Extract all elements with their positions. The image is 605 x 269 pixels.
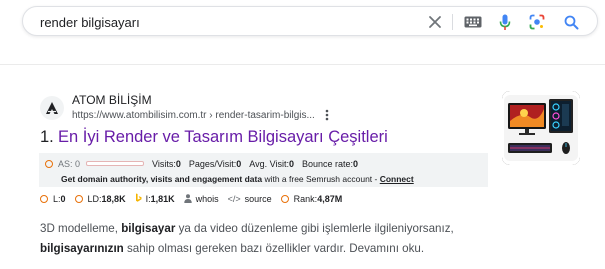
person-icon — [183, 193, 192, 205]
search-bar — [22, 6, 598, 36]
metric-ld-label: LD: — [87, 194, 102, 204]
metric-ld-value: 18,8K — [101, 194, 126, 204]
seo-avg-value: 0 — [288, 158, 294, 169]
metric-rank[interactable]: Rank: 4,87M — [280, 194, 343, 204]
authority-score-bar — [86, 161, 145, 166]
microphone-icon[interactable] — [496, 13, 514, 31]
seo-promo-engagement: engagement data — [192, 174, 263, 184]
snippet-part-2: ya da video düzenleme gibi işlemlerle il… — [175, 222, 454, 235]
snippet-part-3: sahip olması gereken bazı özellikler var… — [123, 242, 425, 255]
seo-traffic-row: AS: 0 Visits: 0 Pages/Visit: 0 Avg. Visi… — [45, 158, 358, 169]
more-vert-icon[interactable] — [322, 108, 332, 122]
close-icon[interactable] — [426, 13, 444, 31]
seo-bounce-value: 0 — [353, 158, 359, 169]
metric-rank-label: Rank: — [293, 194, 318, 204]
atom-logo-icon — [40, 96, 64, 120]
seo-panel: AS: 0 Visits: 0 Pages/Visit: 0 Avg. Visi… — [39, 153, 488, 187]
snippet-bold-2: bilgisayarınızın — [40, 242, 124, 255]
seo-promo-row: Get domain authority, visits and engagem… — [61, 174, 414, 184]
header-divider — [0, 64, 605, 65]
seo-as-label: AS: 0 — [58, 158, 81, 169]
ld-status-icon — [74, 195, 83, 203]
links-status-icon — [40, 195, 48, 203]
seo-promo-prefix: Get domain authority, — [61, 174, 151, 184]
seo-metrics-row: L: 0 LD: 18,8K I: 1,81K whois </> source… — [40, 193, 351, 205]
seo-pages-value: 0 — [236, 158, 242, 169]
code-icon: </> — [227, 194, 241, 204]
result-title-link[interactable]: En İyi Render ve Tasarım Bilgisayarı Çeş… — [58, 128, 388, 147]
rank-status-icon — [280, 195, 289, 203]
source-label: source — [244, 194, 272, 204]
metric-index[interactable]: I: 1,81K — [135, 193, 175, 205]
result-site-name[interactable]: ATOM BİLİŞİM — [72, 93, 152, 107]
whois-link[interactable]: whois — [183, 193, 219, 205]
seo-status-circle — [45, 159, 53, 168]
metric-linking-domains[interactable]: LD: 18,8K — [74, 194, 126, 204]
search-icon[interactable] — [562, 13, 580, 31]
result-thumbnail[interactable] — [502, 91, 580, 165]
keyboard-icon[interactable] — [464, 13, 482, 31]
metric-l-value: 0 — [60, 194, 66, 204]
seo-visits-value: 0 — [175, 158, 181, 169]
result-snippet: 3D modelleme, bilgisayar ya da video düz… — [40, 219, 480, 259]
seo-promo-suffix: with a free Semrush account - — [262, 174, 380, 184]
seo-promo-visits: visits — [150, 174, 173, 184]
snippet-bold-1: bilgisayar — [121, 222, 176, 235]
seo-bounce-label: Bounce rate: — [301, 158, 354, 169]
metric-i-value: 1,81K — [150, 194, 175, 204]
seo-pages-label: Pages/Visit: — [188, 158, 237, 169]
result-url[interactable]: https://www.atombilisim.com.tr › render-… — [72, 110, 315, 121]
search-input[interactable] — [40, 13, 420, 31]
seo-avg-label: Avg. Visit: — [249, 158, 289, 169]
seo-visits-label: Visits: — [152, 158, 176, 169]
search-bar-divider — [452, 14, 453, 30]
connect-link[interactable]: Connect — [380, 174, 414, 184]
result-number: 1. — [40, 128, 54, 146]
snippet-part-1: 3D modelleme, — [40, 222, 122, 235]
seo-promo-mid: and — [172, 174, 193, 184]
bing-icon — [135, 193, 142, 205]
metric-l-label: L: — [53, 194, 61, 204]
google-lens-icon[interactable] — [528, 13, 546, 31]
whois-label: whois — [195, 194, 219, 204]
source-link[interactable]: </> source — [228, 194, 272, 204]
metric-links[interactable]: L: 0 — [40, 194, 66, 204]
metric-rank-value: 4,87M — [317, 194, 343, 204]
